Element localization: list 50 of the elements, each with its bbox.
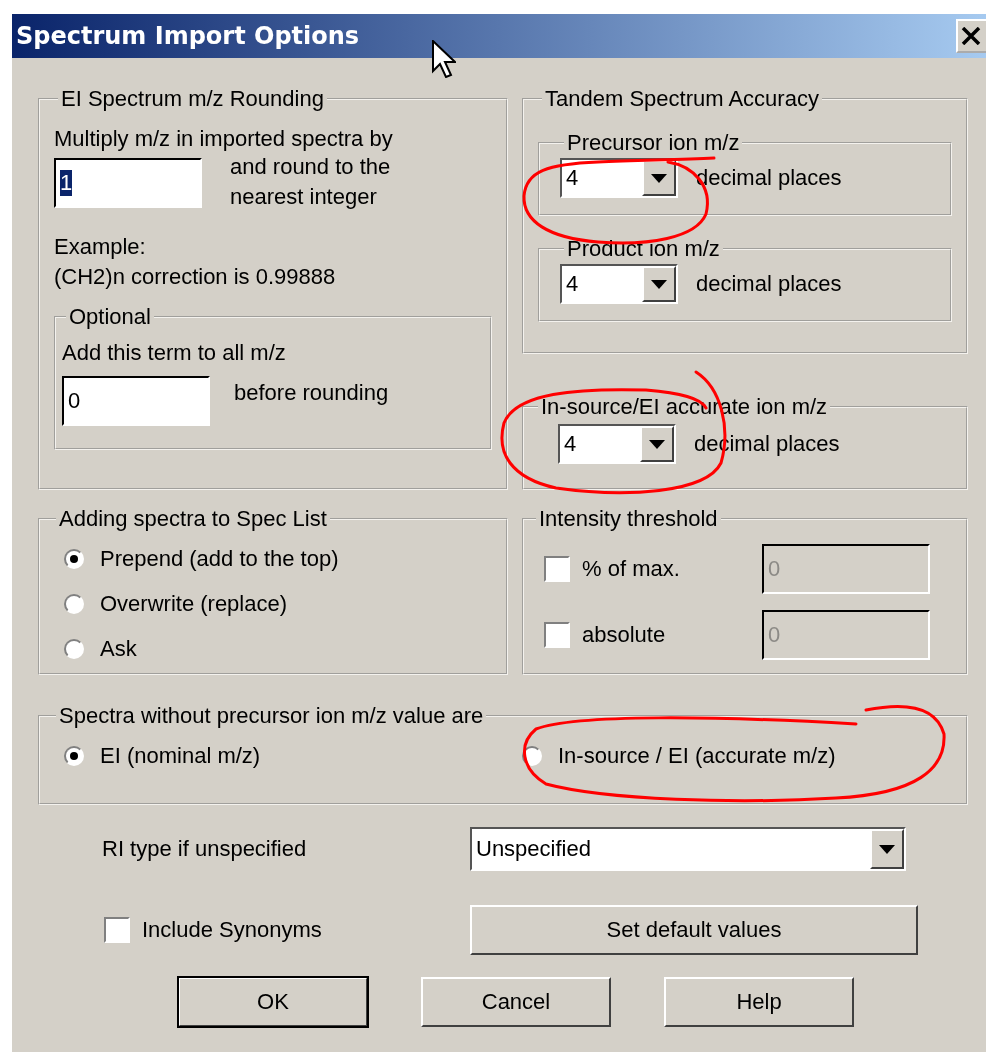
checkbox[interactable] xyxy=(104,917,130,943)
example-text: (CH2)n correction is 0.99888 xyxy=(54,264,337,290)
close-icon xyxy=(961,27,981,45)
dropdown[interactable]: 4 xyxy=(560,158,678,198)
group-label: EI Spectrum m/z Rounding xyxy=(60,86,325,112)
radio-button[interactable] xyxy=(64,638,84,659)
caret-icon xyxy=(879,844,895,854)
unit-label: decimal places xyxy=(696,271,842,297)
dropdown-arrow-button[interactable] xyxy=(640,426,674,462)
checkbox-label[interactable]: Include Synonyms xyxy=(142,917,322,943)
set-defaults-button[interactable]: Set default values xyxy=(470,905,918,955)
offset-field[interactable]: 0 xyxy=(62,376,210,426)
dropdown-arrow-button[interactable] xyxy=(642,266,676,302)
ri-type-label: RI type if unspecified xyxy=(101,836,308,862)
hint-text: before rounding xyxy=(234,380,389,406)
hint-text: and round to the nearest integer xyxy=(230,153,392,211)
radio-button[interactable] xyxy=(64,593,84,614)
unit-label: decimal places xyxy=(696,165,842,191)
group-label: Optional xyxy=(68,304,152,330)
caret-icon xyxy=(651,173,667,183)
dropdown-arrow-button[interactable] xyxy=(870,829,904,869)
radio-button[interactable] xyxy=(64,548,84,569)
radio-button[interactable] xyxy=(64,745,84,766)
example-label: Example: xyxy=(54,234,147,260)
radio-label[interactable]: Overwrite (replace) xyxy=(100,590,288,617)
dropdown-arrow-button[interactable] xyxy=(642,160,676,196)
radio-label[interactable]: Prepend (add to the top) xyxy=(100,545,339,572)
prompt-text: Add this term to all m/z xyxy=(62,340,287,366)
dropdown[interactable]: 4 xyxy=(558,424,676,464)
group-label: Tandem Spectrum Accuracy xyxy=(544,86,820,112)
radio-label[interactable]: EI (nominal m/z) xyxy=(100,742,261,769)
dialog-button[interactable]: Help xyxy=(664,977,854,1027)
caret-icon xyxy=(651,279,667,289)
group-label: Spectra without precursor ion m/z value are xyxy=(58,703,485,729)
radio-label[interactable]: Ask xyxy=(100,635,137,662)
multiplier-field[interactable]: 1 xyxy=(54,158,202,208)
group-label: Precursor ion m/z xyxy=(566,130,741,156)
window-title: Spectrum Import Options xyxy=(16,22,360,50)
prompt-text: Multiply m/z in imported spectra by xyxy=(54,126,394,152)
close-button[interactable] xyxy=(956,19,986,53)
group-label: Intensity threshold xyxy=(538,506,719,532)
ri-type-dropdown[interactable]: Unspecified xyxy=(470,827,906,871)
dropdown[interactable]: 4 xyxy=(560,264,678,304)
group-label: Product ion m/z xyxy=(566,236,721,262)
caret-icon xyxy=(649,439,665,449)
cursor-icon xyxy=(432,40,456,78)
group-label: Adding spectra to Spec List xyxy=(58,506,328,532)
radio-label[interactable]: In-source / EI (accurate m/z) xyxy=(558,742,836,769)
dialog-button[interactable]: OK xyxy=(178,977,368,1027)
dialog-button[interactable]: Cancel xyxy=(421,977,611,1027)
